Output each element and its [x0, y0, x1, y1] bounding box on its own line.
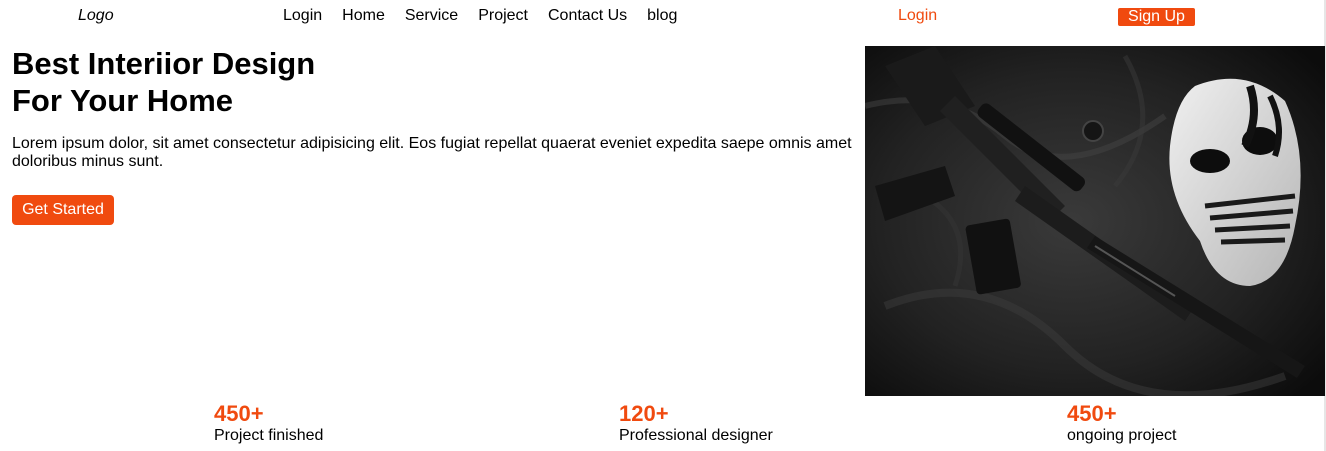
nav-service[interactable]: Service [405, 7, 458, 25]
stat-value: 450+ [1067, 401, 1117, 426]
hero-image [865, 46, 1325, 396]
hero-title-line-2: For Your Home [12, 83, 234, 118]
rifle-mask-illustration [865, 46, 1325, 396]
nav-contact-us[interactable]: Contact Us [548, 7, 627, 25]
main-nav: Login Home Service Project Contact Us bl… [283, 7, 677, 25]
nav-home[interactable]: Home [342, 7, 385, 25]
nav-project[interactable]: Project [478, 7, 528, 25]
logo[interactable]: Logo [78, 7, 114, 25]
stat-label: Professional designer [619, 427, 773, 444]
stat-label: Project finished [214, 427, 324, 444]
get-started-button[interactable]: Get Started [12, 195, 114, 225]
stat-label: ongoing project [1067, 427, 1177, 444]
stat-value: 450+ [214, 401, 264, 426]
stat-ongoing-projects: 450+ ongoing project [1067, 401, 1176, 445]
stat-value: 120+ [619, 401, 669, 426]
nav-blog[interactable]: blog [647, 7, 677, 25]
stat-professional-designers: 120+ Professional designer [619, 401, 773, 445]
nav-login[interactable]: Login [283, 7, 322, 25]
hero-title: Best Interiior Design For Your Home [12, 45, 315, 119]
login-link[interactable]: Login [898, 7, 937, 25]
hero-title-line-1: Best Interiior Design [12, 46, 316, 81]
hero-description: Lorem ipsum dolor, sit amet consectetur … [12, 135, 852, 170]
stat-projects-finished: 450+ Project finished [214, 401, 323, 445]
sign-up-button[interactable]: Sign Up [1118, 8, 1195, 26]
